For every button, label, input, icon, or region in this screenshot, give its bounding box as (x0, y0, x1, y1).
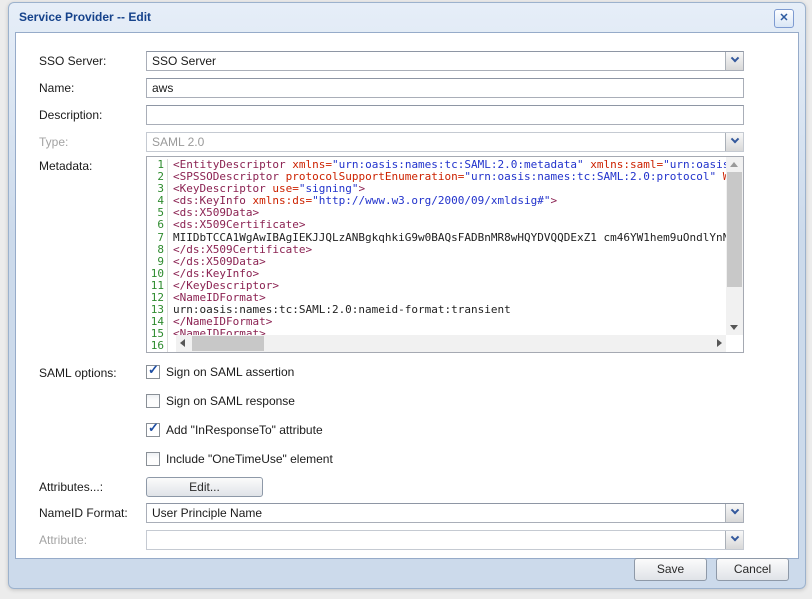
horizontal-scroll-thumb[interactable] (192, 336, 264, 351)
scroll-left-icon[interactable] (180, 339, 185, 347)
saml-option-row: Include "OneTimeUse" element (146, 451, 333, 466)
name-field[interactable] (146, 78, 744, 98)
line-number: 6 (147, 219, 168, 231)
attribute-combobox (146, 530, 744, 550)
line-number: 7 (147, 232, 168, 244)
description-label: Description: (39, 108, 102, 122)
chevron-down-icon (730, 506, 738, 514)
nameid-format-combobox[interactable]: User Principle Name (146, 503, 744, 523)
attribute-label: Attribute: (39, 533, 87, 547)
nameid-format-dropdown-trigger[interactable] (725, 504, 743, 522)
type-label: Type: (39, 135, 68, 149)
type-dropdown-trigger (725, 133, 743, 151)
checkbox-label: Include "OneTimeUse" element (166, 452, 333, 466)
nameid-format-value: User Principle Name (152, 506, 721, 521)
vertical-scroll-thumb[interactable] (727, 172, 742, 287)
checkbox-label: Add "InResponseTo" attribute (166, 423, 323, 437)
checkbox-unchecked-icon[interactable] (146, 394, 160, 408)
sso-server-label: SSO Server: (39, 54, 106, 68)
saml-options-list: ✓ Sign on SAML assertion Sign on SAML resp… (146, 364, 333, 480)
vertical-scrollbar[interactable] (726, 157, 743, 335)
checkbox-unchecked-icon[interactable] (146, 452, 160, 466)
save-button[interactable]: Save (634, 558, 707, 581)
scroll-up-icon[interactable] (730, 162, 738, 167)
metadata-label: Metadata: (39, 159, 92, 173)
dialog-title: Service Provider -- Edit (19, 10, 151, 24)
line-number: 16 (147, 340, 168, 352)
nameid-format-label: NameID Format: (39, 506, 128, 520)
sso-server-combobox[interactable]: SSO Server (146, 51, 744, 71)
saml-options-label: SAML options: (39, 366, 117, 380)
checkbox-checked-icon[interactable]: ✓ (146, 365, 160, 379)
saml-option-row: ✓ Add "InResponseTo" attribute (146, 422, 333, 437)
scrollbar-corner (726, 335, 743, 352)
scroll-down-icon[interactable] (730, 325, 738, 330)
name-label: Name: (39, 81, 74, 95)
edit-attributes-button[interactable]: Edit... (146, 477, 263, 497)
horizontal-scrollbar[interactable] (176, 335, 726, 352)
cancel-button[interactable]: Cancel (716, 558, 789, 581)
dialog-footer: Save Cancel (634, 558, 789, 581)
metadata-editor[interactable]: 1<EntityDescriptor xmlns="urn:oasis:name… (146, 156, 744, 353)
attribute-dropdown-trigger (725, 531, 743, 549)
chevron-down-icon (730, 135, 738, 143)
checkbox-label: Sign on SAML assertion (166, 365, 294, 379)
description-field[interactable] (146, 105, 744, 125)
scroll-right-icon[interactable] (717, 339, 722, 347)
saml-option-row: Sign on SAML response (146, 393, 333, 408)
dialog-titlebar[interactable]: Service Provider -- Edit ✕ (9, 3, 805, 31)
check-mark-icon: ✓ (148, 363, 159, 377)
checkbox-label: Sign on SAML response (166, 394, 295, 408)
saml-option-row: ✓ Sign on SAML assertion (146, 364, 333, 379)
metadata-editor-lines: 1<EntityDescriptor xmlns="urn:oasis:name… (147, 159, 743, 353)
service-provider-edit-dialog: Service Provider -- Edit ✕ SSO Server: S… (8, 2, 806, 589)
form-panel: SSO Server: SSO Server Name: Description… (15, 32, 799, 559)
chevron-down-icon (730, 533, 738, 541)
line-number: 8 (147, 244, 168, 256)
type-combobox: SAML 2.0 (146, 132, 744, 152)
chevron-down-icon (730, 54, 738, 62)
sso-server-dropdown-trigger[interactable] (725, 52, 743, 70)
close-icon[interactable]: ✕ (774, 9, 794, 28)
attributes-label: Attributes...: (39, 480, 103, 494)
type-value: SAML 2.0 (152, 135, 721, 150)
checkbox-checked-icon[interactable]: ✓ (146, 423, 160, 437)
check-mark-icon: ✓ (148, 421, 159, 435)
sso-server-value: SSO Server (152, 54, 721, 69)
